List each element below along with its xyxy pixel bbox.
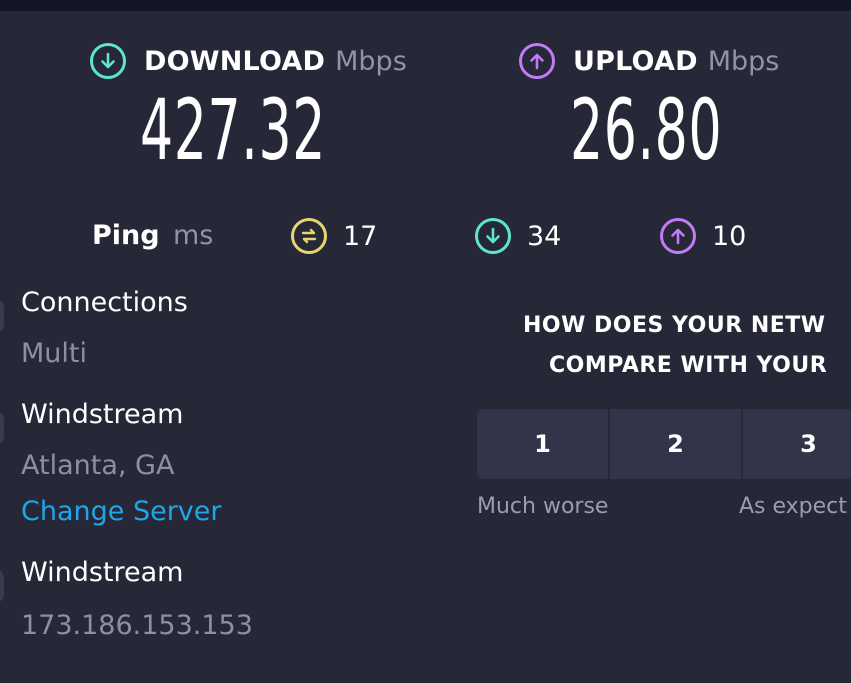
upload-speed-value: 26.80 (570, 81, 723, 179)
arrow-up-circle-icon (660, 218, 696, 254)
rating-option-2[interactable]: 2 (610, 409, 743, 479)
rating-scale: 1 2 3 (477, 409, 851, 479)
ping-upload-value: 10 (712, 220, 747, 252)
rating-low-caption: Much worse (477, 494, 609, 519)
ping-download-value: 34 (527, 220, 562, 252)
upload-header: UPLOAD Mbps (519, 43, 780, 79)
arrow-down-circle-icon (90, 43, 126, 79)
connections-title: Connections (21, 287, 188, 318)
isp-title: Windstream (21, 557, 184, 588)
connections-value: Multi (21, 338, 87, 369)
server-location: Atlanta, GA (21, 450, 175, 481)
download-unit: Mbps (335, 45, 407, 77)
upload-unit: Mbps (707, 45, 780, 77)
survey-question-line2: COMPARE WITH YOUR (549, 353, 828, 378)
ping-idle: 17 (291, 218, 377, 254)
survey-question: HOW DOES YOUR NETW COMPARE WITH YOUR (510, 306, 851, 386)
isp-ip: 173.186.153.153 (21, 610, 253, 641)
arrow-down-circle-icon (475, 218, 511, 254)
ping-unit: ms (173, 220, 214, 251)
server-title: Windstream (21, 399, 184, 430)
ping-download: 34 (475, 218, 561, 254)
ping-row: Ping ms 17 34 10 (0, 216, 851, 256)
download-header: DOWNLOAD Mbps (90, 43, 407, 79)
arrow-up-circle-icon (519, 43, 555, 79)
isp-block: Windstream 173.186.153.153 (21, 555, 253, 644)
ping-idle-value: 17 (343, 220, 378, 252)
connections-block: Connections Multi (21, 285, 188, 372)
server-block: Windstream Atlanta, GA Change Server (21, 397, 222, 530)
top-bar (0, 0, 851, 11)
idle-latency-icon (291, 218, 327, 254)
ping-upload: 10 (660, 218, 746, 254)
survey-question-line1: HOW DOES YOUR NETW (523, 313, 826, 338)
upload-label: UPLOAD (573, 45, 698, 77)
change-server-link[interactable]: Change Server (21, 494, 222, 530)
ping-label: Ping (92, 220, 160, 251)
rating-mid-caption: As expect (739, 494, 847, 519)
download-label: DOWNLOAD (144, 45, 326, 77)
rating-option-1[interactable]: 1 (477, 409, 610, 479)
rating-option-3[interactable]: 3 (743, 409, 851, 479)
download-speed-value: 427.32 (140, 81, 326, 179)
